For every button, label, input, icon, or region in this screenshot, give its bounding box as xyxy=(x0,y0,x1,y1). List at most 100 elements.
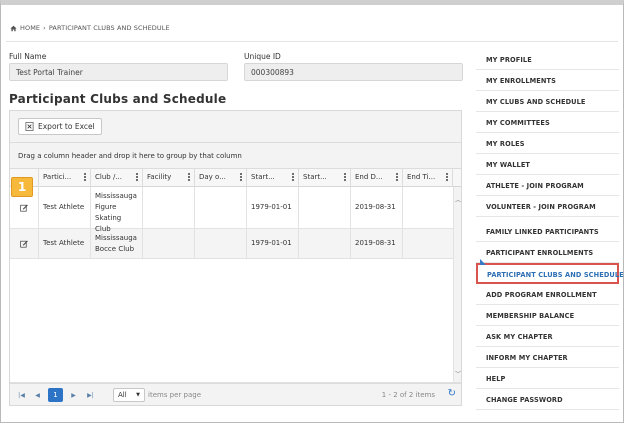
callout-badge: 1 xyxy=(11,177,33,197)
sidebar-item-add-program-enrollment[interactable]: ADD PROGRAM ENROLLMENT xyxy=(476,284,619,305)
column-label: End Ti... xyxy=(407,173,436,181)
column-menu-icon[interactable] xyxy=(292,173,295,183)
participant-cell: Test Athlete xyxy=(39,187,91,228)
sidebar-nav: MY PROFILE MY ENROLLMENTS MY CLUBS AND S… xyxy=(476,49,624,410)
sidebar-item-my-enrollments[interactable]: MY ENROLLMENTS xyxy=(476,70,619,91)
column-header-start-date[interactable]: Start... xyxy=(247,169,299,187)
column-header-participant[interactable]: Partici... xyxy=(39,169,91,187)
refresh-icon[interactable]: ↻ xyxy=(448,388,456,399)
end-date-cell: 2019-08-31 xyxy=(351,229,403,258)
breadcrumb-home[interactable]: HOME xyxy=(20,24,40,32)
grid-body: Test Athlete Mississauga Figure Skating … xyxy=(10,187,453,259)
breadcrumb-current: PARTICIPANT CLUBS AND SCHEDULE xyxy=(48,24,170,32)
page-number-button[interactable]: 1 xyxy=(48,388,63,402)
column-menu-icon[interactable] xyxy=(136,173,139,183)
column-header-end-date[interactable]: End D... xyxy=(351,169,403,187)
column-menu-icon[interactable] xyxy=(240,173,243,183)
sidebar-item-my-profile[interactable]: MY PROFILE xyxy=(476,49,619,70)
next-page-icon[interactable]: ▶ xyxy=(66,388,81,402)
day-cell xyxy=(195,187,247,228)
column-header-end-time[interactable]: End Ti... xyxy=(403,169,453,187)
divider xyxy=(6,41,618,42)
vertical-scrollbar[interactable]: ︿ ﹀ xyxy=(453,187,461,382)
edit-cell xyxy=(10,229,39,258)
sidebar-item-membership-balance[interactable]: MEMBERSHIP BALANCE xyxy=(476,305,619,326)
export-excel-button[interactable]: Export to Excel xyxy=(18,118,102,135)
facility-cell xyxy=(143,187,195,228)
column-header-facility[interactable]: Facility xyxy=(143,169,195,187)
sidebar-item-participant-enrollments[interactable]: PARTICIPANT ENROLLMENTS xyxy=(476,242,619,263)
column-label: Club /... xyxy=(95,173,122,181)
scroll-up-icon[interactable]: ︿ xyxy=(455,195,461,204)
start-date-cell: 1979-01-01 xyxy=(247,229,299,258)
edit-icon[interactable] xyxy=(20,240,28,248)
sidebar-item-volunteer-join-program[interactable]: VOLUNTEER - JOIN PROGRAM xyxy=(476,196,619,217)
pager-info: 1 - 2 of 2 items xyxy=(381,391,435,399)
sidebar-item-my-committees[interactable]: MY COMMITTEES xyxy=(476,112,619,133)
scroll-down-icon[interactable]: ﹀ xyxy=(455,369,461,378)
start-time-cell xyxy=(299,187,351,228)
prev-page-icon[interactable]: ◀ xyxy=(30,388,45,402)
group-drop-area[interactable]: Drag a column header and drop it here to… xyxy=(10,143,461,169)
club-cell: Mississauga Figure Skating Club xyxy=(91,187,143,233)
full-name-field: Test Portal Trainer xyxy=(9,63,228,81)
column-label: Facility xyxy=(147,173,172,181)
sidebar-item-my-roles[interactable]: MY ROLES xyxy=(476,133,619,154)
sidebar-item-label: PARTICIPANT CLUBS AND SCHEDULE xyxy=(487,271,624,279)
start-date-cell: 1979-01-01 xyxy=(247,187,299,228)
column-label: Start... xyxy=(251,173,275,181)
club-line: Figure xyxy=(95,203,117,211)
table-row[interactable]: Test Athlete Mississauga Bocce Club 1979… xyxy=(10,229,453,259)
table-row[interactable]: Test Athlete Mississauga Figure Skating … xyxy=(10,187,453,233)
sidebar-item-participant-clubs-and-schedule[interactable]: PARTICIPANT CLUBS AND SCHEDULE xyxy=(476,259,624,284)
club-line: Bocce Club xyxy=(95,245,135,253)
last-page-icon[interactable]: ▶| xyxy=(83,388,98,402)
sidebar-item-help[interactable]: HELP xyxy=(476,368,619,389)
home-icon[interactable] xyxy=(10,25,17,32)
export-label: Export to Excel xyxy=(38,122,95,131)
sidebar-item-my-clubs-and-schedule[interactable]: MY CLUBS AND SCHEDULE xyxy=(476,91,619,112)
facility-cell xyxy=(143,229,195,258)
excel-icon xyxy=(25,122,34,131)
column-menu-icon[interactable] xyxy=(396,173,399,183)
page-size-value: All xyxy=(118,391,127,399)
active-marker xyxy=(480,259,486,265)
unique-id-label: Unique ID xyxy=(244,52,281,61)
column-label: Start... xyxy=(303,173,327,181)
sidebar-item-family-linked-participants[interactable]: FAMILY LINKED PARTICIPANTS xyxy=(476,221,619,242)
edit-icon[interactable] xyxy=(20,204,28,212)
participant-cell: Test Athlete xyxy=(39,229,91,258)
grid-header: Partici... Club /... Facility Day o... S… xyxy=(10,169,461,187)
breadcrumb-separator: › xyxy=(43,24,46,32)
first-page-icon[interactable]: |◀ xyxy=(14,388,29,402)
chevron-down-icon: ▼ xyxy=(136,392,140,398)
sidebar-item-athlete-join-program[interactable]: ATHLETE - JOIN PROGRAM xyxy=(476,175,619,196)
sidebar-item-my-wallet[interactable]: MY WALLET xyxy=(476,154,619,175)
grid-toolbar: Export to Excel xyxy=(10,111,461,143)
start-time-cell xyxy=(299,229,351,258)
column-menu-icon[interactable] xyxy=(188,173,191,183)
column-header-start-time[interactable]: Start... xyxy=(299,169,351,187)
items-per-page-label: items per page xyxy=(148,391,202,399)
page-title: Participant Clubs and Schedule xyxy=(9,92,227,106)
column-menu-icon[interactable] xyxy=(84,173,87,183)
column-label: End D... xyxy=(355,173,383,181)
club-line: Mississauga xyxy=(95,192,137,200)
full-name-label: Full Name xyxy=(9,52,47,61)
page-size-select[interactable]: All ▼ xyxy=(113,388,145,402)
column-menu-icon[interactable] xyxy=(344,173,347,183)
column-header-club[interactable]: Club /... xyxy=(91,169,143,187)
end-date-cell: 2019-08-31 xyxy=(351,187,403,228)
end-time-cell xyxy=(403,229,453,258)
end-time-cell xyxy=(403,187,453,228)
breadcrumb: HOME › PARTICIPANT CLUBS AND SCHEDULE xyxy=(10,24,170,32)
column-header-scroll-spacer xyxy=(453,169,461,187)
sidebar-item-ask-my-chapter[interactable]: ASK MY CHAPTER xyxy=(476,326,619,347)
day-cell xyxy=(195,229,247,258)
column-menu-icon[interactable] xyxy=(446,173,449,183)
unique-id-field: 000300893 xyxy=(244,63,463,81)
sidebar-item-change-password[interactable]: CHANGE PASSWORD xyxy=(476,389,619,410)
column-header-day[interactable]: Day o... xyxy=(195,169,247,187)
grid-pager: |◀ ◀ 1 ▶ ▶| All ▼ items per page 1 - 2 o… xyxy=(10,383,461,405)
sidebar-item-inform-my-chapter[interactable]: INFORM MY CHAPTER xyxy=(476,347,619,368)
